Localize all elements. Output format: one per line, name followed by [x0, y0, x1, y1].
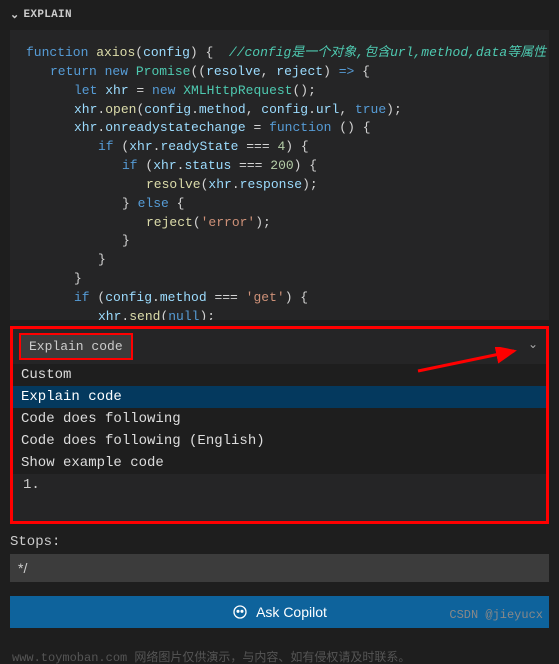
code-line[interactable]: return new Promise((resolve, reject) => … — [26, 63, 541, 82]
prompt-dropdown-container: Explain code ⌄ CustomExplain codeCode do… — [10, 326, 549, 524]
code-line[interactable]: } — [26, 232, 541, 251]
dropdown-option[interactable]: Code does following (English) — [13, 430, 546, 452]
dropdown-header[interactable]: Explain code ⌄ — [13, 329, 546, 364]
code-line[interactable]: reject('error'); — [26, 214, 541, 233]
panel-title: EXPLAIN — [24, 9, 72, 21]
code-line[interactable]: if (xhr.readyState === 4) { — [26, 138, 541, 157]
stops-label: Stops: — [10, 534, 549, 550]
dropdown-footnote: 1. — [13, 474, 546, 521]
dropdown-option[interactable]: Explain code — [13, 386, 546, 408]
ask-copilot-label: Ask Copilot — [256, 604, 327, 620]
code-line[interactable]: xhr.send(null); — [26, 308, 541, 320]
code-line[interactable]: if (xhr.status === 200) { — [26, 157, 541, 176]
code-line[interactable]: } else { — [26, 195, 541, 214]
footer-text: www.toymoban.com 网络图片仅供演示，与内容、如有侵权请及时联系。 — [0, 638, 559, 664]
code-line[interactable]: xhr.onreadystatechange = function () { — [26, 119, 541, 138]
code-line[interactable]: } — [26, 251, 541, 270]
annotation-arrow — [414, 347, 524, 375]
code-line[interactable]: xhr.open(config.method, config.url, true… — [26, 101, 541, 120]
chevron-down-icon: ⌄ — [10, 8, 20, 22]
code-editor[interactable]: function axios(config) { //config是一个对象,包… — [10, 30, 549, 320]
code-line[interactable]: let xhr = new XMLHttpRequest(); — [26, 82, 541, 101]
copilot-icon — [232, 604, 248, 620]
panel-header[interactable]: ⌄ EXPLAIN — [10, 4, 549, 30]
watermark: CSDN @jieyucx — [449, 608, 543, 622]
code-line[interactable]: function axios(config) { //config是一个对象,包… — [26, 44, 541, 63]
dropdown-options: CustomExplain codeCode does followingCod… — [13, 364, 546, 474]
dropdown-option[interactable]: Code does following — [13, 408, 546, 430]
dropdown-option[interactable]: Show example code — [13, 452, 546, 474]
chevron-down-icon: ⌄ — [528, 337, 538, 352]
code-line[interactable]: if (config.method === 'get') { — [26, 289, 541, 308]
stops-input[interactable] — [10, 554, 549, 582]
dropdown-selected[interactable]: Explain code — [19, 333, 133, 360]
code-line[interactable]: resolve(xhr.response); — [26, 176, 541, 195]
code-line[interactable]: } — [26, 270, 541, 289]
